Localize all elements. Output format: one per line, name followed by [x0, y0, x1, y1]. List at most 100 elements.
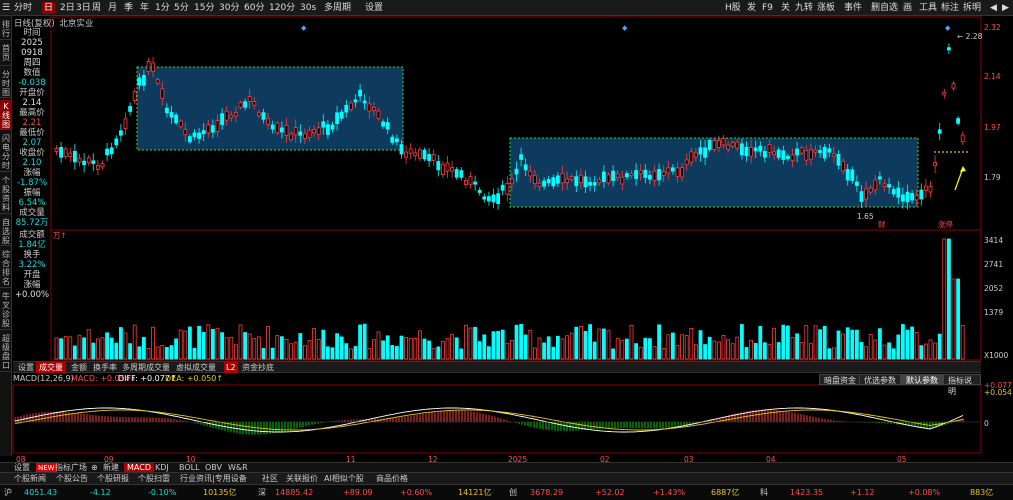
candle[interactable]	[569, 176, 574, 180]
candle[interactable]	[339, 111, 344, 119]
candle[interactable]	[795, 148, 799, 156]
vol-tab-amount[interactable]: 金额	[68, 362, 90, 373]
candle[interactable]	[878, 176, 882, 180]
candle[interactable]	[537, 182, 542, 187]
candle[interactable]	[827, 148, 832, 153]
candle[interactable]	[560, 172, 565, 184]
candle[interactable]	[450, 167, 455, 172]
indicator-help-button[interactable]: 指标说明	[943, 374, 981, 396]
candle[interactable]	[790, 154, 795, 161]
candle[interactable]	[956, 118, 960, 124]
event-marker-icon[interactable]: ◆	[622, 24, 628, 32]
candle[interactable]	[192, 132, 197, 137]
candle[interactable]	[928, 186, 933, 193]
candle[interactable]	[141, 74, 146, 86]
candle[interactable]	[914, 195, 919, 201]
candle[interactable]	[638, 170, 643, 175]
candle[interactable]	[615, 173, 620, 178]
candle[interactable]	[59, 146, 63, 158]
candle[interactable]	[151, 62, 156, 72]
candle[interactable]	[367, 103, 372, 112]
candle[interactable]	[588, 182, 592, 186]
candle[interactable]	[546, 178, 551, 184]
candle[interactable]	[91, 160, 96, 164]
link-community[interactable]: 社区	[262, 474, 278, 484]
candle[interactable]	[661, 171, 666, 176]
candle[interactable]	[942, 91, 947, 96]
candle[interactable]	[279, 127, 284, 133]
candle[interactable]	[422, 149, 427, 160]
candle[interactable]	[298, 131, 303, 136]
candle[interactable]	[86, 157, 91, 164]
candle[interactable]	[155, 79, 160, 84]
candle[interactable]	[376, 110, 381, 119]
candle[interactable]	[197, 132, 202, 139]
candle[interactable]	[408, 148, 413, 154]
candle[interactable]	[252, 101, 257, 106]
candle[interactable]	[353, 99, 358, 103]
candle[interactable]	[859, 191, 864, 202]
kline-chart[interactable]: ◆ ◆ ◆	[0, 0, 1013, 500]
candle[interactable]	[220, 113, 225, 125]
candle[interactable]	[514, 168, 519, 175]
candle[interactable]	[238, 102, 243, 108]
candle[interactable]	[836, 154, 841, 166]
candle[interactable]	[440, 163, 445, 176]
candle[interactable]	[473, 181, 478, 185]
candle[interactable]	[123, 118, 128, 130]
candle[interactable]	[634, 170, 638, 179]
candle[interactable]	[832, 153, 836, 157]
candle[interactable]	[753, 147, 758, 152]
candle[interactable]	[749, 147, 753, 157]
candle[interactable]	[509, 178, 514, 185]
candle[interactable]	[358, 89, 363, 97]
candle[interactable]	[266, 117, 271, 125]
candle[interactable]	[519, 154, 523, 160]
candle[interactable]	[275, 122, 280, 134]
candle[interactable]	[233, 112, 238, 117]
candle[interactable]	[417, 149, 422, 159]
candle[interactable]	[611, 170, 615, 181]
candle[interactable]	[947, 47, 951, 51]
vol-tab-virtual[interactable]: 虚拟成交量	[173, 362, 219, 373]
candle[interactable]	[845, 169, 850, 181]
candle[interactable]	[763, 151, 767, 158]
candle[interactable]	[63, 148, 68, 158]
candle[interactable]	[73, 150, 77, 163]
candle[interactable]	[937, 129, 942, 134]
candle[interactable]	[744, 146, 749, 157]
index-name[interactable]: 沪	[4, 488, 12, 498]
candle[interactable]	[758, 145, 763, 152]
candle[interactable]	[321, 121, 326, 128]
vol-tab-turnover[interactable]: 换手率	[90, 362, 120, 373]
candle[interactable]	[533, 174, 537, 184]
candle[interactable]	[799, 147, 804, 154]
candle[interactable]	[445, 162, 450, 172]
link-industry[interactable]: 行业资讯|专用设备	[180, 474, 247, 484]
link-ai-similar[interactable]: AI相似个股	[324, 474, 364, 484]
candle[interactable]	[431, 153, 436, 161]
candle[interactable]	[919, 189, 924, 200]
candle[interactable]	[910, 192, 914, 201]
candle[interactable]	[399, 144, 404, 155]
candle[interactable]	[712, 140, 717, 150]
candle[interactable]	[404, 151, 409, 158]
candle[interactable]	[178, 120, 183, 128]
candle[interactable]	[597, 179, 602, 184]
candle[interactable]	[390, 136, 395, 143]
candle[interactable]	[302, 133, 307, 139]
candle[interactable]	[307, 129, 312, 139]
candle[interactable]	[781, 150, 786, 160]
candle[interactable]	[786, 155, 790, 160]
candle[interactable]	[873, 179, 878, 191]
candle[interactable]	[243, 101, 248, 108]
candle[interactable]	[933, 162, 937, 167]
event-marker-icon[interactable]: ◆	[945, 24, 951, 32]
candle[interactable]	[371, 107, 376, 111]
candle[interactable]	[648, 175, 652, 180]
candle[interactable]	[187, 136, 192, 143]
candle[interactable]	[164, 107, 169, 114]
candle[interactable]	[855, 181, 859, 186]
candle[interactable]	[896, 187, 901, 198]
candle[interactable]	[68, 152, 73, 157]
